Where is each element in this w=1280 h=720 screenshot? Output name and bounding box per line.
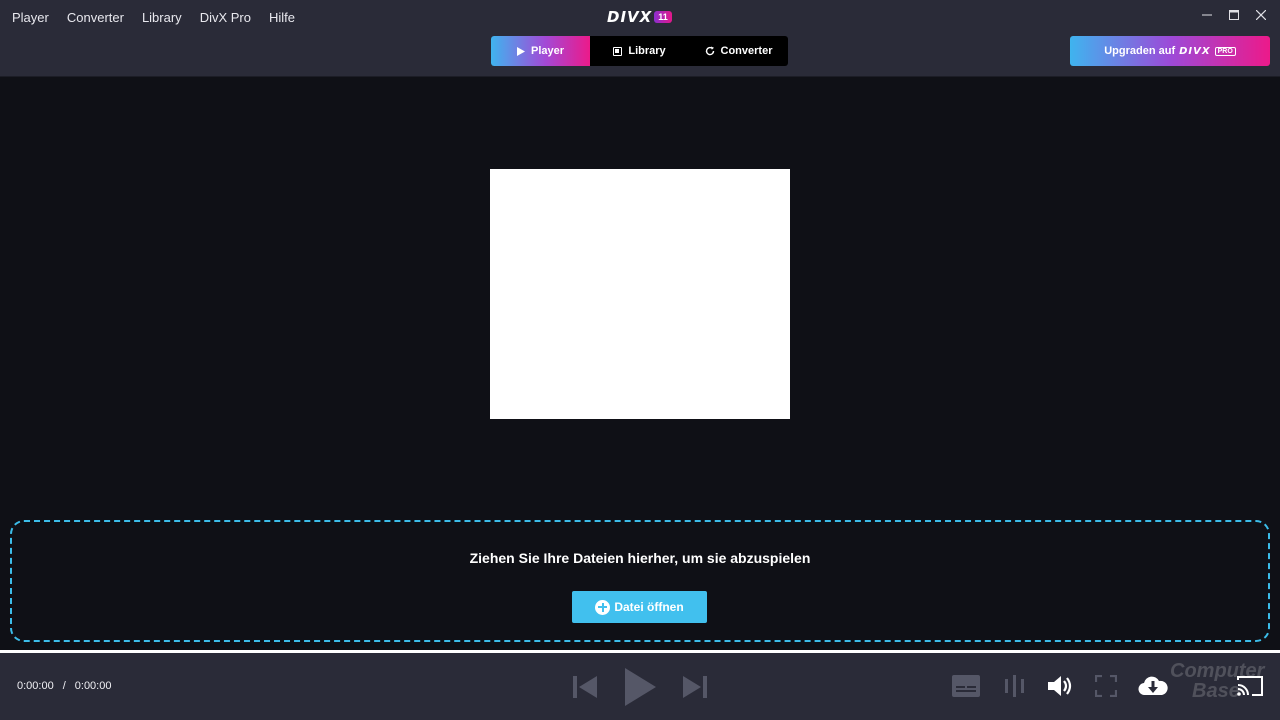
maximize-icon [1228,10,1239,20]
fullscreen-icon [1095,675,1117,697]
video-area: Ziehen Sie Ihre Dateien hierher, um sie … [0,78,1280,650]
equalizer-icon [1005,675,1024,697]
playback-controls: 0:00:00 / 0:00:00 Computer Base [0,653,1280,720]
total-time: 0:00:00 [74,680,112,692]
logo-version-badge: 11 [654,11,672,23]
equalizer-button[interactable] [1002,673,1028,699]
title-bar: Player Converter Library DivX Pro Hilfe … [0,0,1280,77]
fullscreen-button[interactable] [1093,673,1119,699]
tab-converter[interactable]: Converter [689,36,788,66]
tab-player-label: Player [530,45,565,57]
menu-item-help[interactable]: Hilfe [260,0,304,36]
menu-item-divx-pro[interactable]: DivX Pro [191,0,260,36]
library-icon [613,46,623,56]
upgrade-pro-badge: PRO [1214,46,1236,56]
play-button[interactable] [620,665,660,709]
play-icon [516,46,525,56]
upgrade-button[interactable]: Upgraden auf DIVX PRO [1070,36,1270,66]
open-file-button[interactable]: Datei öffnen [572,591,707,623]
drop-zone[interactable]: Ziehen Sie Ihre Dateien hierher, um sie … [10,520,1270,642]
tab-library-label: Library [628,45,666,57]
menu-item-player[interactable]: Player [0,0,58,36]
menu-item-converter[interactable]: Converter [58,0,133,36]
mode-tabs: Player Library Converter [491,36,788,66]
play-icon [625,668,656,706]
refresh-icon [705,46,714,56]
divx-player-window: Player Converter Library DivX Pro Hilfe … [0,0,1280,720]
upgrade-brand: DIVX [1179,45,1211,57]
previous-button[interactable] [570,672,600,702]
logo-text: DIVX [607,8,653,26]
cast-icon [1237,676,1263,696]
divx-logo: DIVX 11 [607,8,672,26]
video-preview [490,169,790,419]
cast-button[interactable] [1235,672,1265,700]
cloud-download-button[interactable] [1137,671,1169,701]
menu-bar: Player Converter Library DivX Pro Hilfe [0,0,304,36]
time-separator: / [62,680,66,692]
time-display: 0:00:00 / 0:00:00 [17,680,111,692]
volume-button[interactable] [1045,671,1075,701]
window-controls [1193,2,1274,28]
next-button[interactable] [680,672,710,702]
cloud-download-icon [1138,676,1168,696]
tab-converter-label: Converter [720,45,773,57]
drop-zone-text: Ziehen Sie Ihre Dateien hierher, um sie … [469,550,811,566]
current-time: 0:00:00 [17,680,54,692]
tab-library[interactable]: Library [590,36,689,66]
menu-item-library[interactable]: Library [133,0,191,36]
maximize-button[interactable] [1220,2,1247,28]
minimize-icon [1201,14,1212,16]
tab-player[interactable]: Player [491,36,590,66]
subtitles-button[interactable] [951,673,981,699]
volume-icon [1048,676,1072,696]
skip-next-icon [683,676,707,698]
plus-circle-icon [595,599,611,615]
minimize-button[interactable] [1193,2,1220,28]
subtitles-icon [952,675,980,697]
skip-previous-icon [573,676,597,698]
upgrade-label: Upgraden auf [1104,45,1176,57]
close-button[interactable] [1247,2,1274,28]
close-icon [1255,10,1266,20]
open-file-label: Datei öffnen [614,600,684,614]
